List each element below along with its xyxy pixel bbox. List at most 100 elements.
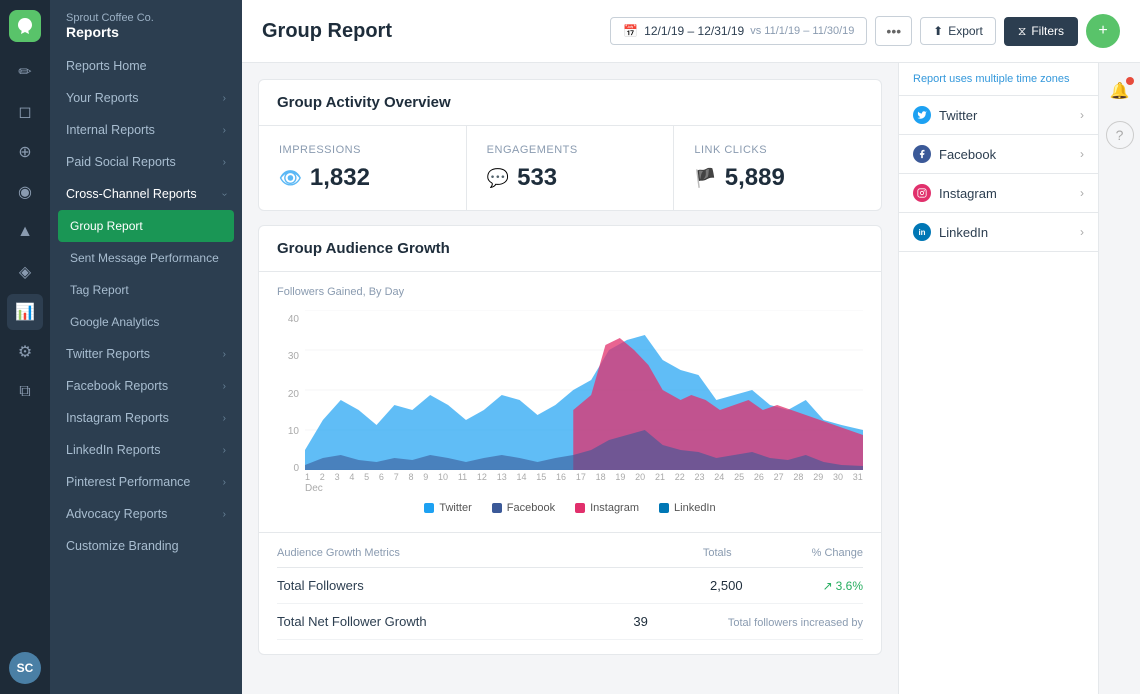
nav-icon-tasks[interactable]: ⊕ [7,134,43,170]
calendar-icon: 📅 [623,24,638,38]
chevron-icon: › [223,413,226,424]
sidebar-item-your-reports[interactable]: Your Reports › [50,82,242,114]
nav-icon-apps[interactable]: ⧉ [7,374,43,410]
chevron-icon: › [223,125,226,136]
metrics-table-header: Audience Growth Metrics Totals % Change [277,547,863,568]
sidebar-item-reports-home[interactable]: Reports Home [50,50,242,82]
facebook-network-dot [913,145,931,163]
brand-area: Sprout Coffee Co. Reports [50,0,242,50]
network-panel: Report uses multiple time zones Twitter … [898,63,1098,694]
link-clicks-label: Link Clicks [694,144,861,156]
multiple-timezones-link[interactable]: multiple [975,73,1013,85]
nav-icon-compose[interactable]: ✏ [7,54,43,90]
nav-icon-reports[interactable]: 📊 [7,294,43,330]
notification-badge [1126,77,1134,85]
activity-overview-card: Group Activity Overview Impressions 👁 1,… [258,79,882,211]
x-axis-labels: 1234567891011121314151617181920212223242… [305,470,863,482]
header-actions: 📅 12/1/19 – 12/31/19 vs 11/1/19 – 11/30/… [610,14,1120,48]
app-logo[interactable] [9,10,41,42]
sidebar-item-google-analytics[interactable]: Google Analytics [50,306,242,338]
nav-icon-settings[interactable]: ⚙ [7,334,43,370]
audience-growth-card: Group Audience Growth Followers Gained, … [258,225,882,655]
sidebar-item-tag-report[interactable]: Tag Report [50,274,242,306]
nav-icon-listen[interactable]: ◈ [7,254,43,290]
chevron-icon: › [223,509,226,520]
nav-sidebar: Sprout Coffee Co. Reports Reports Home Y… [50,0,242,694]
sidebar-item-linkedin-reports[interactable]: LinkedIn Reports › [50,434,242,466]
audience-card-header: Group Audience Growth [259,226,881,272]
audience-card-title: Group Audience Growth [277,240,863,257]
export-button[interactable]: ⬆ Export [920,17,996,45]
legend-instagram: Instagram [575,502,639,514]
sidebar-item-pinterest[interactable]: Pinterest Performance › [50,466,242,498]
legend-dot-instagram [575,503,585,513]
network-item-facebook[interactable]: Facebook › [899,135,1098,174]
sidebar-item-twitter-reports[interactable]: Twitter Reports › [50,338,242,370]
sidebar-item-facebook-reports[interactable]: Facebook Reports › [50,370,242,402]
metrics-row: Impressions 👁 1,832 Engagements 💬 533 [259,126,881,210]
y-axis: 40 30 20 10 0 [277,310,305,494]
sidebar-item-group-report[interactable]: Group Report [58,210,234,242]
activity-card-header: Group Activity Overview [259,80,881,126]
network-note: Report uses multiple time zones [899,63,1098,96]
export-icon: ⬆ [933,24,943,38]
impressions-value: 👁 1,832 [279,164,446,192]
legend-linkedin: LinkedIn [659,502,716,514]
impressions-icon: 👁 [279,168,302,189]
activity-card-title: Group Activity Overview [277,94,863,111]
metric-engagements: Engagements 💬 533 [467,126,675,210]
linkedin-network-dot: in [913,223,931,241]
sidebar-item-paid-social[interactable]: Paid Social Reports › [50,146,242,178]
chevron-icon: › [223,477,226,488]
x-axis-month-label: Dec [305,482,863,494]
export-label: Export [948,24,983,38]
chart-container: Followers Gained, By Day 40 30 20 10 0 [259,272,881,532]
chart-subtitle: Followers Gained, By Day [277,286,863,298]
network-item-twitter[interactable]: Twitter › [899,96,1098,135]
chevron-icon: › [223,381,226,392]
nav-icon-social[interactable]: ◉ [7,174,43,210]
sidebar-item-sent-message[interactable]: Sent Message Performance [50,242,242,274]
help-icon[interactable]: ? [1106,121,1134,149]
filters-button[interactable]: ⧖ Filters [1004,17,1078,46]
legend-dot-linkedin [659,503,669,513]
notification-icon[interactable]: 🔔 [1106,77,1134,105]
chart-svg [305,310,863,470]
date-range-value: 12/1/19 – 12/31/19 [644,24,744,38]
sidebar-item-advocacy[interactable]: Advocacy Reports › [50,498,242,530]
icon-sidebar: ✏ ◻ ⊕ ◉ ▲ ◈ 📊 ⚙ ⧉ SC [0,0,50,694]
right-panel: 🔔 ? [1098,63,1140,694]
sidebar-item-customize-branding[interactable]: Customize Branding [50,530,242,562]
metric-impressions: Impressions 👁 1,832 [259,126,467,210]
twitter-network-dot [913,106,931,124]
date-range-button[interactable]: 📅 12/1/19 – 12/31/19 vs 11/1/19 – 11/30/… [610,17,867,45]
linkedin-chevron-icon: › [1080,225,1084,239]
audience-metrics-section: Audience Growth Metrics Totals % Change … [259,532,881,654]
network-item-linkedin[interactable]: in LinkedIn › [899,213,1098,252]
more-button[interactable]: ••• [875,16,912,46]
table-row-total-followers: Total Followers 2,500 ↗ 3.6% [277,568,863,604]
nav-icon-publish[interactable]: ▲ [7,214,43,250]
section-name: Reports [66,24,226,40]
sidebar-item-instagram-reports[interactable]: Instagram Reports › [50,402,242,434]
link-clicks-value: 🏴 5,889 [694,164,861,192]
metric-link-clicks: Link Clicks 🏴 5,889 [674,126,881,210]
page-header: Group Report 📅 12/1/19 – 12/31/19 vs 11/… [242,0,1140,63]
impressions-label: Impressions [279,144,446,156]
user-avatar[interactable]: SC [9,652,41,684]
instagram-chevron-icon: › [1080,186,1084,200]
sidebar-item-internal-reports[interactable]: Internal Reports › [50,114,242,146]
network-item-instagram[interactable]: Instagram › [899,174,1098,213]
network-item-linkedin-left: in LinkedIn [913,223,988,241]
change-positive-badge: ↗ 3.6% [823,579,863,593]
link-clicks-icon: 🏴 [694,168,716,189]
facebook-chevron-icon: › [1080,147,1084,161]
network-item-instagram-left: Instagram [913,184,997,202]
engagements-value: 💬 533 [487,164,654,192]
main-content: Group Activity Overview Impressions 👁 1,… [242,63,898,694]
instagram-network-dot [913,184,931,202]
nav-icon-messages[interactable]: ◻ [7,94,43,130]
table-row-net-follower-growth: Total Net Follower Growth 39 Total follo… [277,604,863,640]
compose-button[interactable]: + [1086,14,1120,48]
sidebar-item-cross-channel[interactable]: Cross-Channel Reports › [50,178,242,210]
